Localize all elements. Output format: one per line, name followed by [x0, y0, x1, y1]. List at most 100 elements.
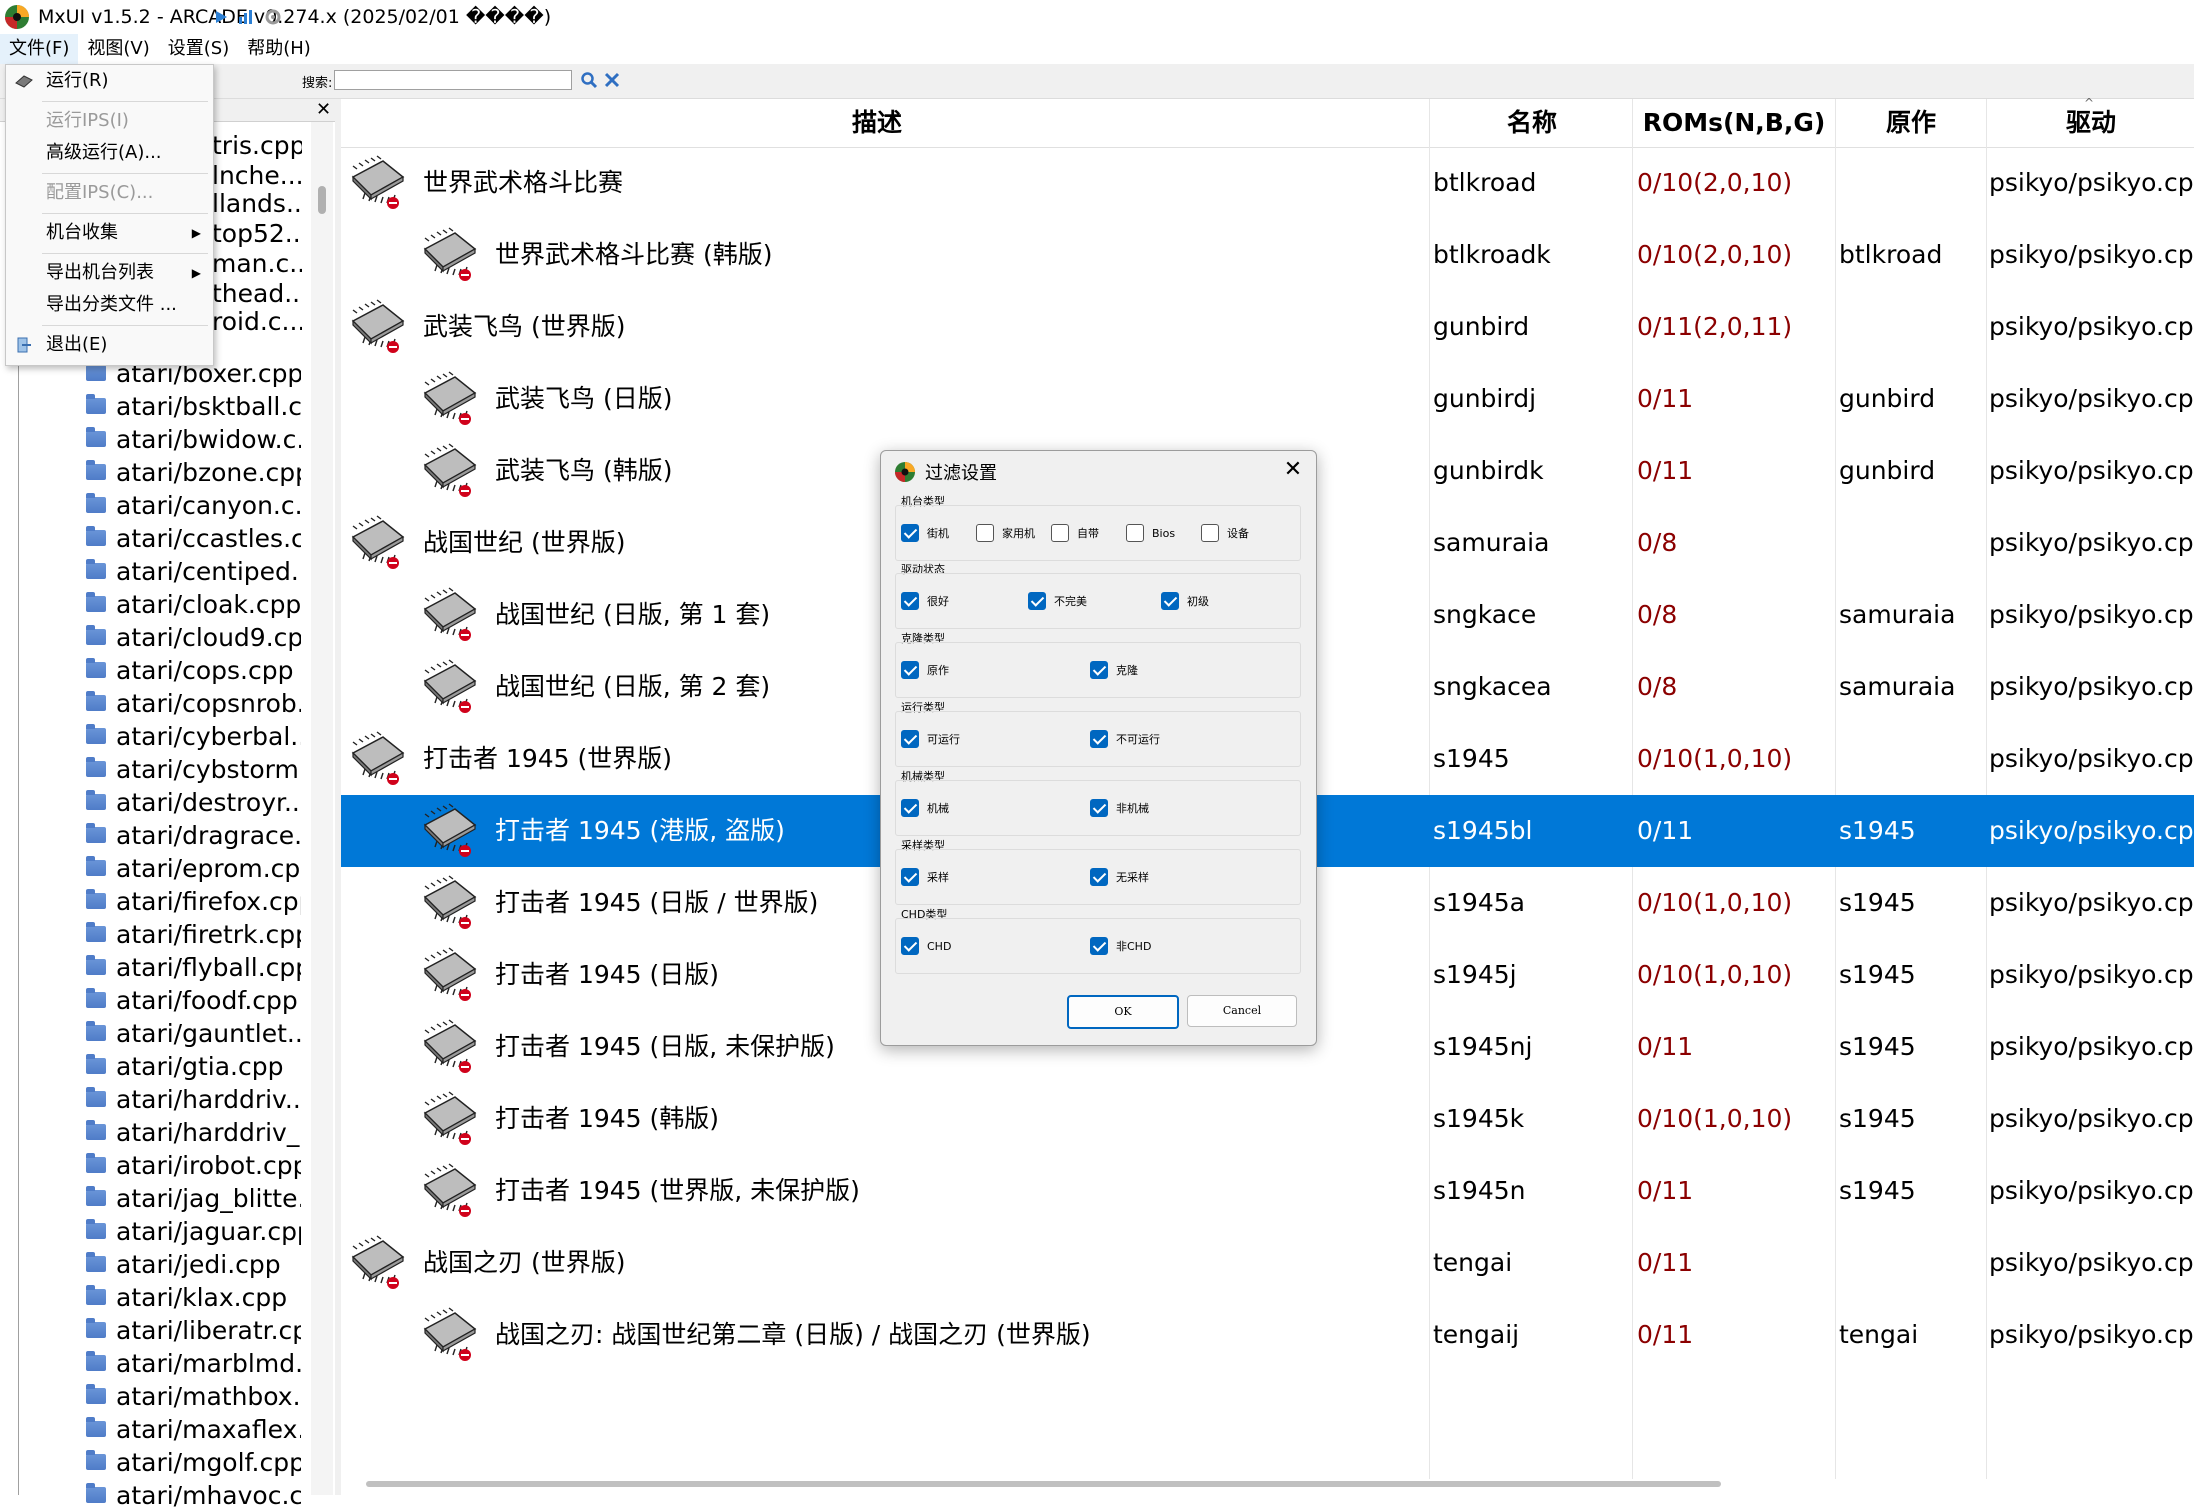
filter-checkbox[interactable]: 不完美: [1028, 591, 1087, 611]
checkbox-checked-icon[interactable]: [901, 868, 919, 886]
tree-item[interactable]: atari/harddriv....: [86, 1084, 301, 1114]
tree-item[interactable]: atari/mhavoc.c...: [86, 1480, 301, 1510]
close-icon[interactable]: ✕: [1277, 455, 1309, 485]
filter-checkbox[interactable]: 原作: [901, 660, 949, 680]
checkbox-checked-icon[interactable]: [1090, 799, 1108, 817]
menu-help[interactable]: 帮助(H): [238, 34, 320, 64]
menu-advanced-run[interactable]: 高级运行(A)...: [6, 137, 213, 169]
column-header-driver[interactable]: 驱动: [1988, 99, 2194, 147]
filter-checkbox[interactable]: 很好: [901, 591, 949, 611]
horizontal-scrollbar[interactable]: [366, 1481, 1721, 1487]
filter-checkbox[interactable]: CHD: [901, 936, 951, 956]
menu-config-ips[interactable]: 配置IPS(C)...: [6, 177, 213, 209]
gear-icon[interactable]: [264, 8, 282, 26]
filter-checkbox[interactable]: 非机械: [1090, 798, 1149, 818]
filter-checkbox[interactable]: 初级: [1161, 591, 1209, 611]
tree-item[interactable]: atari/irobot.cpp: [86, 1150, 301, 1180]
filter-checkbox[interactable]: 克隆: [1090, 660, 1138, 680]
tree-item[interactable]: atari/cyberbal....: [86, 721, 301, 751]
game-row[interactable]: 战国之刃: 战国世纪第二章 (日版) / 战国之刃 (世界版) tengaij 0/…: [341, 1299, 2194, 1371]
tree-item[interactable]: atari/cloud9.cpp: [86, 622, 301, 652]
cancel-button[interactable]: Cancel: [1187, 995, 1297, 1027]
checkbox-checked-icon[interactable]: [1090, 937, 1108, 955]
tree-item[interactable]: atari/eprom.cpp: [86, 853, 301, 883]
checkbox-checked-icon[interactable]: [1090, 661, 1108, 679]
tree-item[interactable]: atari/ccastles.c...: [86, 523, 301, 553]
tree-item[interactable]: atari/mgolf.cpp: [86, 1447, 301, 1477]
filter-checkbox[interactable]: 可运行: [901, 729, 960, 749]
game-row[interactable]: 战国之刃 (世界版) tengai 0/11 psikyo/psikyo.cpp: [341, 1227, 2194, 1299]
game-row[interactable]: 世界武术格斗比赛 btlkroad 0/10(2,0,10) psikyo/psiky…: [341, 147, 2194, 219]
filter-checkbox[interactable]: 采样: [901, 867, 949, 887]
tree-item[interactable]: atari/firetrk.cpp: [86, 919, 301, 949]
checkbox-unchecked-icon[interactable]: [976, 524, 994, 542]
tree-item[interactable]: atari/destroyr....: [86, 787, 301, 817]
checkbox-checked-icon[interactable]: [901, 937, 919, 955]
menu-settings[interactable]: 设置(S): [159, 34, 238, 64]
tree-item[interactable]: atari/bwidow.c...: [86, 424, 301, 454]
clear-search-icon[interactable]: [603, 71, 621, 89]
tree-item[interactable]: man.c...: [212, 248, 302, 278]
menu-file[interactable]: 文件(F): [0, 34, 79, 64]
tree-item[interactable]: tris.cpp: [212, 130, 302, 160]
search-input[interactable]: [334, 70, 572, 90]
ok-button[interactable]: OK: [1067, 995, 1179, 1029]
filter-checkbox[interactable]: 无采样: [1090, 867, 1149, 887]
chart-icon[interactable]: [236, 8, 254, 26]
tree-item[interactable]: atari/klax.cpp: [86, 1282, 301, 1312]
menu-machine-collection[interactable]: 机台收集 ▶: [6, 217, 213, 249]
checkbox-checked-icon[interactable]: [901, 661, 919, 679]
tree-item[interactable]: atari/jag_blitte...: [86, 1183, 301, 1213]
checkbox-checked-icon[interactable]: [1090, 730, 1108, 748]
tree-item[interactable]: atari/mathbox....: [86, 1381, 301, 1411]
checkbox-checked-icon[interactable]: [901, 592, 919, 610]
game-row[interactable]: 打击者 1945 (韩版) s1945k 0/10(1,0,10) s1945 psik…: [341, 1083, 2194, 1155]
checkbox-unchecked-icon[interactable]: [1126, 524, 1144, 542]
tree-item[interactable]: atari/liberatr.cpp: [86, 1315, 301, 1345]
tree-item[interactable]: atari/canyon.c...: [86, 490, 301, 520]
filter-checkbox[interactable]: 不可运行: [1090, 729, 1160, 749]
menu-exit[interactable]: 退出(E): [6, 329, 213, 361]
filter-checkbox[interactable]: 设备: [1201, 523, 1249, 543]
tree-item[interactable]: atari/dragrace....: [86, 820, 301, 850]
tree-item[interactable]: atari/gauntlet....: [86, 1018, 301, 1048]
tree-item[interactable]: atari/centiped....: [86, 556, 301, 586]
tree-item[interactable]: atari/bzone.cpp: [86, 457, 301, 487]
menu-run-ips[interactable]: 运行IPS(I): [6, 105, 213, 137]
play-icon[interactable]: [212, 8, 230, 26]
tree-item[interactable]: atari/cloak.cpp: [86, 589, 301, 619]
tree-item[interactable]: atari/foodf.cpp: [86, 985, 301, 1015]
column-header-name[interactable]: 名称: [1430, 99, 1634, 147]
column-header-parent[interactable]: 原作: [1836, 99, 1986, 147]
tree-item[interactable]: atari/jedi.cpp: [86, 1249, 301, 1279]
checkbox-checked-icon[interactable]: [901, 730, 919, 748]
tree-item[interactable]: atari/copsnrob...: [86, 688, 301, 718]
menu-view[interactable]: 视图(V): [78, 34, 158, 64]
tree-item[interactable]: atari/harddriv_...: [86, 1117, 301, 1147]
tree-item[interactable]: lnche....: [212, 160, 302, 190]
menu-run[interactable]: 运行(R): [6, 65, 213, 97]
checkbox-unchecked-icon[interactable]: [1051, 524, 1069, 542]
tree-item[interactable]: atari/gtia.cpp: [86, 1051, 301, 1081]
tree-item[interactable]: atari/flyball.cpp: [86, 952, 301, 982]
checkbox-checked-icon[interactable]: [1028, 592, 1046, 610]
filter-checkbox[interactable]: 自带: [1051, 523, 1099, 543]
tree-item[interactable]: roid.c...: [212, 306, 302, 336]
game-row[interactable]: 武装飞鸟 (世界版) gunbird 0/11(2,0,11) psikyo/psik…: [341, 291, 2194, 363]
checkbox-unchecked-icon[interactable]: [1201, 524, 1219, 542]
close-icon[interactable]: ✕: [316, 100, 331, 120]
filter-checkbox[interactable]: 街机: [901, 523, 949, 543]
game-row[interactable]: 武装飞鸟 (日版) gunbirdj 0/11 gunbird psikyo/psiky…: [341, 363, 2194, 435]
tree-item[interactable]: top52...: [212, 218, 302, 248]
filter-checkbox[interactable]: 机械: [901, 798, 949, 818]
tree-item[interactable]: atari/jaguar.cpp: [86, 1216, 301, 1246]
menu-export-machine-list[interactable]: 导出机台列表 ▶: [6, 257, 213, 289]
tree-item[interactable]: atari/firefox.cpp: [86, 886, 301, 916]
tree-item[interactable]: atari/cybstorm...: [86, 754, 301, 784]
filter-checkbox[interactable]: 家用机: [976, 523, 1035, 543]
tree-item[interactable]: atari/bsktball.c...: [86, 391, 301, 421]
checkbox-checked-icon[interactable]: [1161, 592, 1179, 610]
tree-item[interactable]: atari/cops.cpp: [86, 655, 301, 685]
menu-export-category-file[interactable]: 导出分类文件 ...: [6, 289, 213, 321]
tree-item[interactable]: atari/maxaflex....: [86, 1414, 301, 1444]
